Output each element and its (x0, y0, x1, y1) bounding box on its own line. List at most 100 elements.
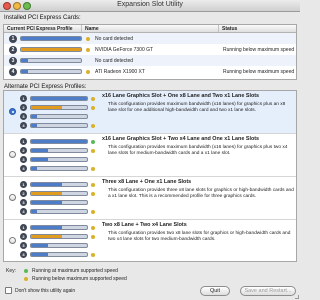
slot-number-badge: 4 (20, 165, 27, 172)
profile-description: This configuration provides maximum band… (108, 102, 286, 113)
key-item-label: Running below maximum supported speed (32, 276, 127, 282)
profile-radio-button[interactable] (9, 194, 16, 201)
slot-row: 4 (20, 164, 98, 173)
slot-lane-bar (30, 157, 88, 162)
table-row[interactable]: 4 ATI Radeon X1900 XT Running below maximu… (4, 66, 296, 77)
profile-radio-button[interactable] (9, 237, 16, 244)
profile-option[interactable]: 1 2 3 4 Two x8 Lane + Two x4 Lane Slots This … (4, 220, 296, 261)
profile-text: Three x8 Lane + One x1 Lane Slots This co… (102, 179, 294, 200)
table-row[interactable]: 1 No card detected (4, 33, 296, 44)
speed-indicator-icon (91, 234, 95, 239)
slot-row: 4 (20, 121, 98, 130)
slot-lane-bar (30, 234, 88, 239)
profile-option[interactable]: 1 2 3 4 x16 Lane Graphics Slot + Two x4 Lane… (4, 134, 296, 177)
slot-lane-bar (30, 139, 88, 144)
slot-number-badge: 1 (9, 34, 17, 43)
installed-cards-heading: Installed PCI Express Cards: (4, 15, 81, 21)
dont-show-again-label[interactable]: Don't show this utility again (15, 288, 75, 294)
speed-indicator-icon (91, 225, 95, 230)
table-row[interactable]: 2 NVIDIA GeForce 7300 GT Running below max… (4, 44, 296, 55)
profile-text: x16 Lane Graphics Slot + One x8 Lane and… (102, 93, 294, 114)
slot-number-badge: 4 (20, 251, 27, 258)
lane-width-cell (20, 47, 82, 52)
lane-width-bar (20, 69, 82, 74)
key-item-label: Running at maximum supported speed (32, 268, 118, 274)
slot-row: 1 (20, 94, 98, 103)
profile-radio-button[interactable] (9, 108, 16, 115)
card-rows: 1 No card detected 2 NVIDIA GeForce 7300 GT… (4, 33, 296, 77)
window-title: Expansion Slot Utility (117, 1, 183, 8)
table-row[interactable]: 3 No card detected (4, 55, 296, 66)
profile-text: Two x8 Lane + Two x4 Lane Slots This conf… (102, 222, 294, 243)
slot-lane-fill (31, 140, 87, 143)
speed-indicator-icon (91, 191, 95, 196)
slot-number-badge: 3 (20, 113, 27, 120)
slot-lane-fill (31, 183, 62, 186)
slot-number-badge: 4 (20, 122, 27, 129)
slot-number-badge: 2 (20, 190, 27, 197)
green-status-dot-icon (24, 269, 28, 273)
quit-button[interactable]: Quit (200, 286, 230, 296)
slot-row: 3 (20, 241, 98, 250)
slot-lane-fill (31, 210, 37, 213)
slot-number-badge: 1 (20, 181, 27, 188)
slot-lane-bar (30, 191, 88, 196)
profile-title: x16 Lane Graphics Slot + One x8 Lane and… (102, 93, 260, 99)
speed-indicator-icon (91, 105, 95, 110)
profile-title: x16 Lane Graphics Slot + Two x4 Lane and… (102, 136, 260, 142)
speed-indicator-icon (91, 182, 95, 187)
save-and-restart-button[interactable]: Save and Restart... (240, 286, 296, 296)
slot-lane-bar (30, 243, 88, 248)
card-status: Running below maximum speed (223, 68, 295, 75)
dont-show-again-checkbox[interactable] (5, 287, 12, 294)
lane-width-cell (20, 36, 82, 41)
slot-lane-bar (30, 148, 88, 153)
slot-row: 3 (20, 112, 98, 121)
card-name: No card detected (95, 57, 134, 64)
slot-row: 3 (20, 198, 98, 207)
slot-lane-fill (31, 192, 62, 195)
profile-text: x16 Lane Graphics Slot + Two x4 Lane and… (102, 136, 294, 157)
lane-width-fill (21, 48, 81, 51)
column-header-profile[interactable]: Current PCI Express Profile (4, 25, 82, 32)
profile-radio-button[interactable] (9, 151, 16, 158)
yellow-status-dot-icon (24, 277, 28, 281)
slot-number-badge: 3 (20, 242, 27, 249)
profile-option[interactable]: 1 2 3 4 x16 Lane Graphics Slot + One x8 Lane… (4, 91, 296, 134)
resize-grip-icon[interactable] (295, 295, 299, 299)
slot-row: 3 (20, 155, 98, 164)
profile-slot-diagram: 1 2 3 4 (20, 223, 98, 259)
profile-description: This configuration provides three x8 lan… (108, 188, 294, 199)
column-header-status[interactable]: Status (219, 26, 296, 32)
slot-row: 2 (20, 189, 98, 198)
key-item-max-speed: Running at maximum supported speed (24, 268, 118, 274)
speed-indicator-icon (86, 69, 90, 74)
slot-number-badge: 1 (20, 95, 27, 102)
card-name: No card detected (95, 35, 134, 42)
card-status: Running below maximum speed (223, 46, 295, 53)
slot-lane-fill (31, 115, 37, 118)
slot-lane-bar (30, 182, 88, 187)
table-header: Current PCI Express Profile Name Status (4, 25, 296, 33)
lane-width-fill (21, 59, 29, 62)
speed-indicator-icon (91, 96, 95, 101)
speed-indicator-icon (91, 148, 95, 153)
profile-option[interactable]: 1 2 3 4 Three x8 Lane + One x1 Lane Slots Thi… (4, 177, 296, 220)
profile-title: Two x8 Lane + Two x4 Lane Slots (102, 222, 187, 228)
card-name: ATI Radeon X1900 XT (95, 68, 145, 75)
slot-number-badge: 4 (20, 208, 27, 215)
slot-row: 4 (20, 207, 98, 216)
slot-lane-fill (31, 158, 48, 161)
profile-description: This configuration provides maximum band… (108, 145, 288, 156)
column-header-name[interactable]: Name (82, 25, 219, 32)
slot-number-badge: 2 (20, 147, 27, 154)
slot-lane-fill (31, 244, 48, 247)
lane-width-bar (20, 47, 82, 52)
lane-width-bar (20, 58, 82, 63)
slot-lane-bar (30, 114, 88, 119)
card-name: NVIDIA GeForce 7300 GT (95, 46, 154, 53)
slot-lane-bar (30, 96, 88, 101)
slot-number-badge: 3 (20, 156, 27, 163)
slot-number-badge: 4 (9, 67, 17, 76)
speed-indicator-icon (91, 209, 95, 214)
